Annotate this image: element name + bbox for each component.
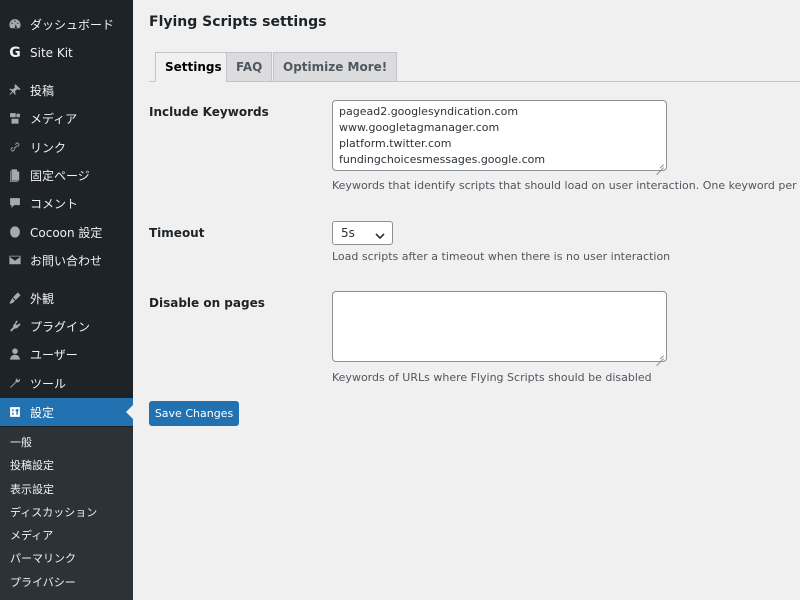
comment-icon [8, 196, 22, 210]
sidebar-item-label: メディア [30, 111, 78, 126]
sidebar-item-label: Cocoon 設定 [30, 225, 103, 240]
submenu-item-reading[interactable]: 表示設定 [10, 481, 54, 499]
disable-on-pages-textarea[interactable] [332, 291, 667, 362]
sidebar-item-label: ダッシュボード [30, 17, 115, 32]
timeout-description: Load scripts after a timeout when there … [332, 250, 671, 263]
sidebar-item-comments[interactable]: コメント [0, 190, 133, 216]
plugin-icon [8, 319, 22, 333]
pin-icon [8, 83, 22, 97]
sidebar-item-site-kit[interactable]: G Site Kit [0, 40, 133, 66]
page-title: Flying Scripts settings [149, 14, 327, 30]
sidebar-item-plugins[interactable]: プラグイン [0, 313, 133, 339]
sidebar-item-appearance[interactable]: 外観 [0, 285, 133, 311]
sidebar-item-label: お問い合わせ [30, 253, 103, 268]
keyword-line: platform.twitter.com [339, 137, 452, 150]
submenu-item-permalinks[interactable]: パーマリンク [10, 550, 76, 568]
keyword-line: fundingchoicesmessages.google.com [339, 153, 546, 166]
sidebar-item-settings[interactable]: 設定 [0, 398, 133, 426]
save-changes-button[interactable]: Save Changes [149, 401, 239, 426]
mail-icon [8, 253, 22, 267]
tab-faq[interactable]: FAQ [226, 52, 273, 82]
cocoon-icon [8, 225, 22, 239]
tab-settings[interactable]: Settings [155, 52, 232, 82]
admin-sidebar: ダッシュボード G Site Kit 投稿 メディア リンク 固定ページ コメン… [0, 0, 133, 600]
wrench-icon [8, 376, 22, 390]
page-icon [8, 168, 22, 182]
sidebar-item-label: 投稿 [30, 83, 55, 98]
keyword-line: www.googletagmanager.com [339, 121, 500, 134]
submenu-item-general[interactable]: 一般 [10, 434, 32, 452]
dashboard-icon [8, 17, 22, 31]
sidebar-item-users[interactable]: ユーザー [0, 341, 133, 367]
resize-grip-icon[interactable] [656, 351, 664, 359]
sidebar-item-links[interactable]: リンク [0, 134, 133, 160]
sidebar-item-label: 固定ページ [30, 168, 90, 183]
sidebar-item-dashboard[interactable]: ダッシュボード [0, 11, 133, 37]
keyword-line: pagead2.googlesyndication.com [339, 105, 519, 118]
link-icon [8, 140, 22, 154]
tab-optimize-more[interactable]: Optimize More! [273, 52, 398, 82]
sidebar-item-tools[interactable]: ツール [0, 370, 133, 396]
sidebar-item-label: ツール [30, 376, 67, 391]
user-icon [8, 347, 22, 361]
sidebar-item-label: Site Kit [30, 46, 73, 60]
sidebar-item-label: ユーザー [30, 347, 78, 362]
submenu-item-media[interactable]: メディア [10, 527, 53, 545]
resize-grip-icon[interactable] [656, 160, 664, 168]
brush-icon [8, 291, 22, 305]
timeout-label: Timeout [149, 226, 205, 240]
settings-submenu: 一般 投稿設定 表示設定 ディスカッション メディア パーマリンク プライバシー [0, 427, 133, 600]
sidebar-item-label: 外観 [30, 291, 55, 306]
disable-on-pages-label: Disable on pages [149, 296, 265, 310]
tab-bar: Settings FAQ Optimize More! [149, 52, 800, 82]
google-g-icon: G [9, 45, 21, 61]
media-icon [8, 111, 22, 125]
timeout-selected-value: 5s [341, 226, 355, 240]
sidebar-item-cocoon-settings[interactable]: Cocoon 設定 [0, 219, 133, 245]
submenu-item-privacy[interactable]: プライバシー [10, 574, 76, 592]
submenu-item-discussion[interactable]: ディスカッション [10, 504, 97, 522]
sidebar-item-label: リンク [30, 140, 67, 155]
disable-on-pages-description: Keywords of URLs where Flying Scripts sh… [332, 371, 652, 384]
include-keywords-label: Include Keywords [149, 105, 269, 119]
sidebar-item-contact[interactable]: お問い合わせ [0, 247, 133, 273]
timeout-select[interactable]: 5s [332, 221, 393, 245]
sidebar-item-label: 設定 [30, 405, 55, 420]
sidebar-item-label: コメント [30, 196, 79, 211]
submenu-item-writing[interactable]: 投稿設定 [10, 457, 54, 475]
current-menu-arrow [126, 405, 133, 419]
chevron-down-icon [374, 227, 386, 240]
sidebar-item-pages[interactable]: 固定ページ [0, 162, 133, 188]
include-keywords-description: Keywords that identify scripts that shou… [332, 179, 800, 192]
sidebar-item-posts[interactable]: 投稿 [0, 77, 133, 103]
sidebar-item-label: プラグイン [30, 319, 91, 334]
settings-icon [8, 405, 22, 419]
sidebar-item-media[interactable]: メディア [0, 105, 133, 131]
include-keywords-textarea[interactable]: pagead2.googlesyndication.com www.google… [332, 100, 667, 171]
